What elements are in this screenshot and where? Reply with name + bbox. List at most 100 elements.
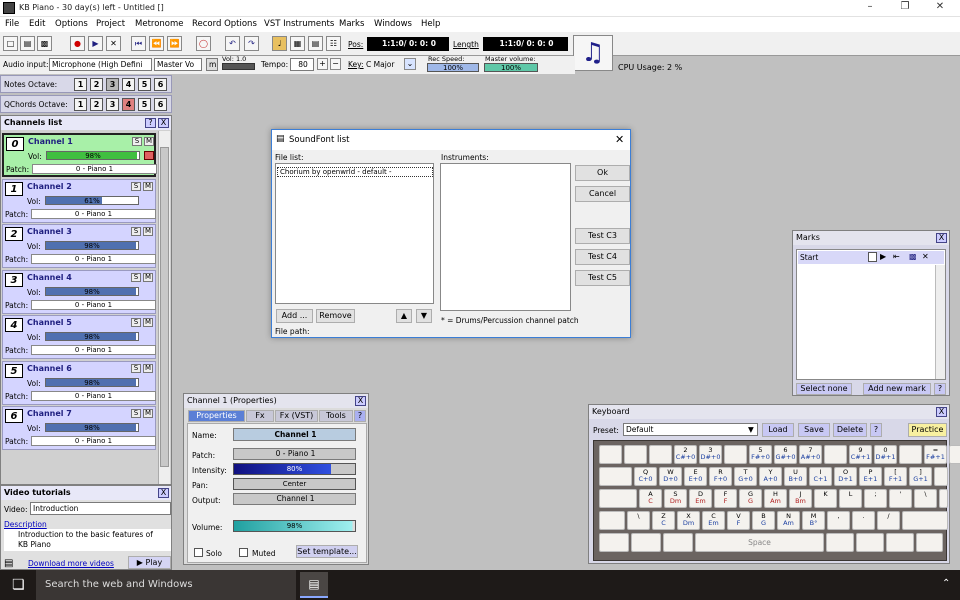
qchords-octave-4[interactable]: 4 (122, 98, 135, 111)
go-to-mark-icon[interactable]: ⇤ (893, 252, 900, 261)
notes-octave-1[interactable]: 1 (74, 78, 87, 91)
keyboard-key[interactable]: ' (889, 489, 912, 508)
keyboard-key[interactable] (916, 533, 943, 552)
test-c3-button[interactable]: Test C3 (575, 228, 630, 244)
chevron-down-icon[interactable]: ▼ (748, 425, 754, 434)
qchords-octave-2[interactable]: 2 (90, 98, 103, 111)
new-file-icon[interactable]: □ (3, 36, 18, 51)
channel-item[interactable]: 3 Channel 4 S M Vol: 98% Patch: 0 - Pian… (2, 269, 156, 314)
qchords-octave-6[interactable]: 6 (154, 98, 167, 111)
solo-checkbox[interactable] (194, 548, 203, 557)
tempo-decrease-button[interactable]: − (330, 58, 341, 70)
keyboard-key[interactable]: . (852, 511, 875, 530)
volume-bar[interactable]: 98% (45, 332, 139, 341)
rec-speed-bar[interactable]: 100% (427, 63, 479, 72)
mute-button[interactable]: M (143, 181, 153, 191)
file-list-item[interactable]: Chorium by openwrld - default - (277, 167, 433, 177)
keyboard-key[interactable] (724, 445, 747, 464)
keyboard-key[interactable]: BG (752, 511, 775, 530)
record-arm-indicator[interactable] (144, 151, 154, 160)
keyboard-key[interactable]: J Bm (789, 489, 812, 508)
keyboard-help-button[interactable]: ? (870, 423, 882, 437)
solo-button[interactable]: S (131, 363, 141, 373)
tab-tools[interactable]: Tools (319, 410, 353, 422)
keyboard-key[interactable]: ; (864, 489, 887, 508)
save-mark-icon[interactable]: ▩ (909, 252, 917, 261)
notes-octave-3[interactable]: 3 (106, 78, 119, 91)
keyboard-key[interactable]: ZC (652, 511, 675, 530)
instruments-list[interactable] (440, 163, 571, 311)
close-icon[interactable]: ✕ (615, 133, 624, 146)
delete-preset-button[interactable]: Delete (833, 423, 867, 437)
play-icon[interactable]: ▶ (880, 252, 886, 261)
volume-bar[interactable]: 98% (45, 423, 139, 432)
keyboard-key[interactable]: N Am (777, 511, 800, 530)
video-close-button[interactable]: X (158, 488, 169, 498)
tab-fx-vst[interactable]: Fx (VST) (275, 410, 318, 422)
keyboard-key[interactable]: = F#+1 (924, 445, 947, 464)
cancel-button[interactable]: Cancel (575, 186, 630, 202)
fast-forward-icon[interactable]: ⏩ (167, 36, 182, 51)
keyboard-key[interactable]: R F+0 (709, 467, 732, 486)
tempo-increase-button[interactable]: + (317, 58, 328, 70)
menu-file[interactable]: File (5, 19, 19, 29)
tab-fx[interactable]: Fx (246, 410, 274, 422)
space-key[interactable]: Space (695, 533, 824, 552)
piano-roll-icon[interactable]: ☷ (326, 36, 341, 51)
windows-start-icon[interactable]: ❏ (12, 577, 25, 593)
keyboard-key[interactable]: VF (727, 511, 750, 530)
pan-slider[interactable]: Center (233, 478, 356, 490)
chevron-up-icon[interactable]: ⌃ (942, 578, 950, 589)
patch-field[interactable]: 0 - Piano 1 (31, 436, 156, 446)
key-edit-icon[interactable]: ♩ (272, 36, 287, 51)
patch-field[interactable]: 0 - Piano 1 (32, 164, 157, 174)
menu-record-options[interactable]: Record Options (192, 19, 257, 29)
save-preset-button[interactable]: Save (798, 423, 830, 437)
mute-button[interactable]: M (143, 409, 153, 418)
keyboard-key[interactable]: O D+1 (834, 467, 857, 486)
marks-help-button[interactable]: ? (934, 383, 946, 395)
audio-input-select[interactable]: Microphone (High Defini (49, 58, 152, 71)
keyboard-key[interactable]: M B° (802, 511, 825, 530)
patch-field[interactable]: 0 - Piano 1 (31, 208, 156, 219)
menu-metronome[interactable]: Metronome (135, 19, 184, 29)
keyboard-key[interactable] (663, 533, 693, 552)
file-list[interactable]: Chorium by openwrld - default - (275, 163, 434, 304)
volume-bar[interactable]: 98% (45, 241, 139, 250)
solo-button[interactable]: S (132, 137, 142, 146)
keyboard-key[interactable]: K (814, 489, 837, 508)
mute-button[interactable]: M (144, 137, 154, 146)
master-select[interactable]: Master Vo (154, 58, 202, 71)
keyboard-key[interactable]: GG (739, 489, 762, 508)
keyboard-key[interactable]: C Em (702, 511, 725, 530)
menu-vst-instruments[interactable]: VST Instruments (264, 19, 334, 29)
move-down-icon[interactable]: ▼ (416, 309, 432, 323)
load-preset-button[interactable]: Load (762, 423, 794, 437)
solo-button[interactable]: S (131, 409, 141, 418)
channel-item[interactable]: 2 Channel 3 S M Vol: 98% Patch: 0 - Pian… (2, 224, 156, 268)
keyboard-key[interactable]: L (839, 489, 862, 508)
keyboard-key[interactable]: , (827, 511, 850, 530)
keyboard-key[interactable]: \ (914, 489, 937, 508)
keyboard-key[interactable]: ] G+1 (909, 467, 932, 486)
keyboard-key[interactable] (826, 533, 854, 552)
play-icon[interactable]: ▶ (88, 36, 103, 51)
qchords-octave-1[interactable]: 1 (74, 98, 87, 111)
keyboard-key[interactable]: Y A+0 (759, 467, 782, 486)
keyboard-key[interactable]: AC (639, 489, 662, 508)
undo-icon[interactable]: ↶ (225, 36, 240, 51)
qchords-octave-3[interactable]: 3 (106, 98, 119, 111)
tab-properties[interactable]: Properties (188, 410, 245, 422)
keyboard-key[interactable] (824, 445, 847, 464)
keyboard-key[interactable] (599, 467, 632, 486)
keyboard-key[interactable]: D Em (689, 489, 712, 508)
delete-mark-icon[interactable]: ✕ (922, 252, 929, 261)
solo-button[interactable]: S (131, 227, 141, 236)
menu-edit[interactable]: Edit (29, 19, 45, 29)
keyboard-key[interactable]: / (877, 511, 900, 530)
channel-item[interactable]: 6 Channel 7 S M Vol: 98% Patch: 0 - Pian… (2, 406, 156, 450)
channel-item[interactable]: 1 Channel 2 S M Vol: 61% Patch: 0 - Pian… (2, 178, 156, 223)
metronome-icon[interactable]: ◯ (196, 36, 211, 51)
volume-bar[interactable]: 98% (233, 520, 356, 532)
keyboard-key[interactable] (934, 467, 948, 486)
